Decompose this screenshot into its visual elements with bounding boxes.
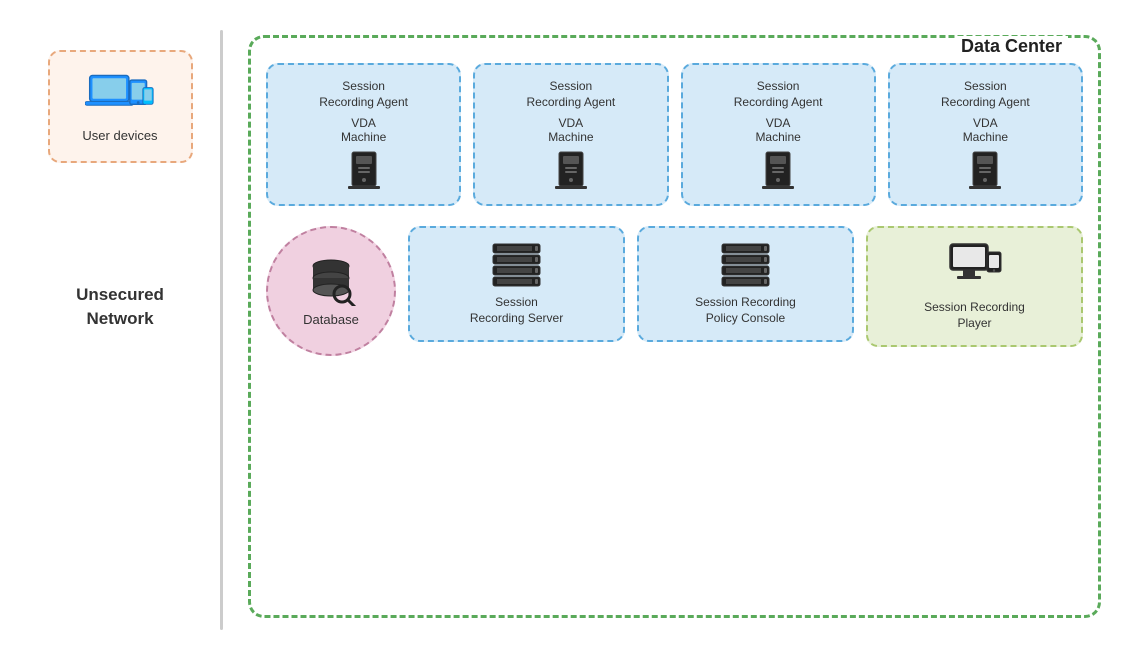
server-label: SessionRecording Server — [470, 295, 563, 326]
vda-label-4: VDAMachine — [963, 116, 1008, 144]
tower-icon-2 — [555, 150, 587, 190]
data-center-title: Data Center — [955, 36, 1068, 57]
user-devices-label: User devices — [82, 128, 157, 143]
server-box: SessionRecording Server — [408, 226, 625, 342]
vda-label-3: VDAMachine — [755, 116, 800, 144]
tower-icon-3 — [762, 150, 794, 190]
unsecured-network-label: Unsecured Network — [76, 283, 164, 331]
player-label: Session RecordingPlayer — [924, 300, 1025, 331]
server-icon — [489, 242, 544, 287]
database-icon — [304, 256, 359, 306]
user-devices-icon — [85, 70, 155, 120]
agent-label-3: SessionRecording Agent — [734, 79, 823, 110]
agent-box-4: SessionRecording Agent VDAMachine — [888, 63, 1083, 206]
player-icon — [945, 242, 1005, 292]
agent-label-4: SessionRecording Agent — [941, 79, 1030, 110]
main-container: User devices Unsecured Network Data Cent… — [0, 0, 1141, 653]
vda-label-2: VDAMachine — [548, 116, 593, 144]
data-center-border: Data Center SessionRecording Agent VDAMa… — [248, 35, 1101, 618]
vda-label-1: VDAMachine — [341, 116, 386, 144]
bottom-row: Database — [266, 226, 1083, 356]
agent-box-2: SessionRecording Agent VDAMachine — [473, 63, 668, 206]
agent-label-1: SessionRecording Agent — [319, 79, 408, 110]
player-box: Session RecordingPlayer — [866, 226, 1083, 347]
left-panel: User devices Unsecured Network — [20, 20, 220, 633]
user-devices-box: User devices — [48, 50, 193, 163]
top-row: SessionRecording Agent VDAMachine — [266, 63, 1083, 206]
policy-box: Session RecordingPolicy Console — [637, 226, 854, 342]
database-label: Database — [303, 312, 359, 327]
tower-icon-4 — [969, 150, 1001, 190]
database-box: Database — [266, 226, 396, 356]
tower-icon-1 — [348, 150, 380, 190]
agent-label-2: SessionRecording Agent — [527, 79, 616, 110]
right-panel: Data Center SessionRecording Agent VDAMa… — [223, 20, 1121, 633]
policy-label: Session RecordingPolicy Console — [695, 295, 796, 326]
agent-box-1: SessionRecording Agent VDAMachine — [266, 63, 461, 206]
agent-box-3: SessionRecording Agent VDAMachine — [681, 63, 876, 206]
policy-icon — [718, 242, 773, 287]
